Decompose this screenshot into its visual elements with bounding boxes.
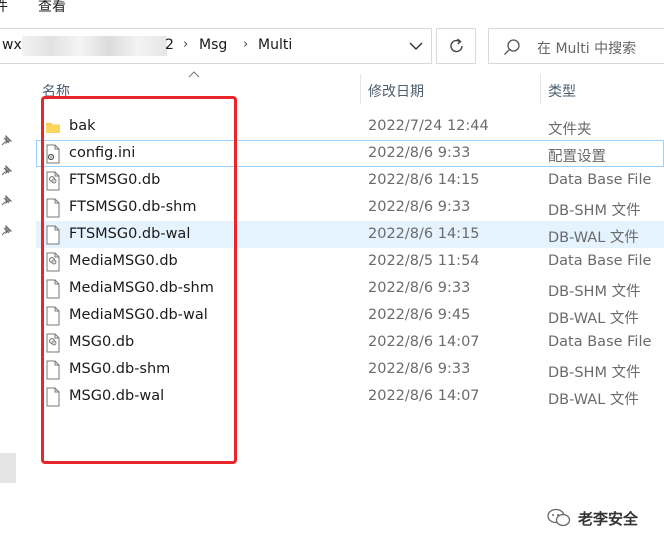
column-header-type[interactable]: 类型: [548, 81, 576, 101]
file-type: DB-SHM 文件: [548, 284, 641, 300]
file-modified: 2022/7/24 12:44: [368, 118, 489, 134]
menu-view[interactable]: 查看: [38, 0, 66, 16]
address-bar[interactable]: wx 2 › Msg › Multi: [0, 28, 432, 64]
file-type: Data Base File: [548, 172, 652, 188]
breadcrumb-wx[interactable]: wx: [2, 37, 22, 53]
column-divider[interactable]: [540, 74, 541, 104]
file-type: 文件夹: [548, 122, 592, 138]
file-modified: 2022/8/6 9:33: [368, 145, 471, 161]
file-type: DB-SHM 文件: [548, 365, 641, 381]
file-type: Data Base File: [548, 334, 652, 350]
file-type: DB-WAL 文件: [548, 392, 639, 408]
sort-ascending-icon: [188, 68, 200, 81]
file-type: Data Base File: [548, 253, 652, 269]
file-modified: 2022/8/6 14:15: [368, 172, 480, 188]
file-type: DB-WAL 文件: [548, 311, 639, 327]
nav-item-selected[interactable]: [0, 453, 16, 483]
menu-file[interactable]: 件: [0, 0, 8, 16]
breadcrumb-separator: ›: [243, 37, 249, 52]
column-divider[interactable]: [360, 74, 361, 104]
pin-icon[interactable]: [0, 192, 13, 206]
pin-icon[interactable]: [0, 162, 13, 176]
annotation-box: [41, 96, 237, 464]
refresh-icon: [447, 36, 467, 60]
chevron-down-icon[interactable]: [406, 35, 426, 57]
breadcrumb-separator: ›: [183, 37, 189, 52]
wechat-icon: [546, 508, 572, 528]
navigation-pane: [0, 70, 18, 546]
file-modified: 2022/8/6 9:33: [368, 199, 471, 215]
search-icon: [501, 36, 523, 58]
blurred-path: [22, 36, 167, 56]
search-placeholder: 在 Multi 中搜索: [537, 41, 637, 57]
ribbon: 件 查看: [0, 0, 664, 22]
pin-icon[interactable]: [0, 222, 13, 236]
file-modified: 2022/8/6 9:33: [368, 361, 471, 377]
file-modified: 2022/8/5 11:54: [368, 253, 480, 269]
file-modified: 2022/8/6 9:45: [368, 307, 471, 323]
file-type: DB-SHM 文件: [548, 203, 641, 219]
file-type: DB-WAL 文件: [548, 230, 639, 246]
breadcrumb-multi[interactable]: Multi: [258, 37, 292, 53]
pin-icon[interactable]: [0, 132, 13, 146]
breadcrumb-2[interactable]: 2: [165, 37, 174, 53]
file-modified: 2022/8/6 9:33: [368, 280, 471, 296]
column-header-modified[interactable]: 修改日期: [368, 81, 424, 101]
file-modified: 2022/8/6 14:07: [368, 334, 480, 350]
watermark-text: 老李安全: [578, 510, 639, 528]
file-modified: 2022/8/6 14:15: [368, 226, 480, 242]
refresh-button[interactable]: [436, 28, 476, 64]
breadcrumb-msg[interactable]: Msg: [199, 37, 227, 53]
search-input[interactable]: 在 Multi 中搜索: [488, 28, 664, 64]
file-type: 配置设置: [548, 149, 606, 165]
file-modified: 2022/8/6 14:07: [368, 388, 480, 404]
